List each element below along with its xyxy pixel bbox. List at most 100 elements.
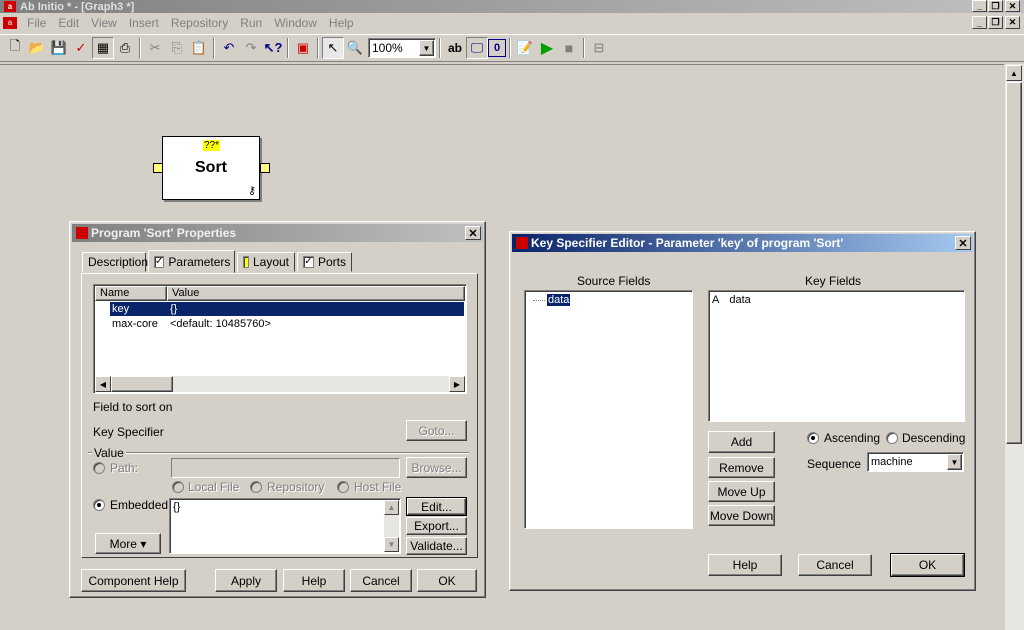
redo-icon[interactable]: ↷ (240, 37, 262, 59)
embedded-textarea[interactable]: {} ▲ ▼ (169, 498, 401, 554)
menu-insert[interactable]: Insert (123, 16, 165, 30)
run-icon[interactable]: ▶ (536, 37, 558, 59)
descending-radio[interactable] (886, 432, 898, 444)
embedded-label: Embedded: (110, 498, 172, 512)
repository-radio[interactable] (250, 481, 262, 493)
menu-file[interactable]: File (21, 16, 52, 30)
scroll-up-arrow[interactable]: ▲ (384, 500, 399, 515)
sort-component[interactable]: ??* Sort ⚷ (162, 136, 260, 200)
context-help-icon[interactable]: ↖? (262, 37, 284, 59)
notes-icon[interactable]: 📝 (514, 37, 536, 59)
export-button[interactable]: Export... (406, 517, 467, 535)
stop-icon[interactable]: ■ (558, 37, 580, 59)
tab-layout[interactable]: Layout (237, 252, 295, 272)
tab-ports[interactable]: ✓ Ports (297, 252, 352, 272)
menu-repository[interactable]: Repository (165, 16, 234, 30)
properties-close-button[interactable]: ✕ (465, 226, 481, 240)
app-restore-button[interactable]: ❐ (988, 0, 1003, 12)
more-button[interactable]: More ▾ (95, 533, 161, 554)
scroll-left-arrow[interactable]: ◀ (95, 376, 111, 392)
text-tool-icon[interactable]: ab (444, 37, 466, 59)
source-fields-tree[interactable]: data (524, 290, 693, 529)
component-icon[interactable]: ▣ (292, 37, 314, 59)
chevron-down-icon[interactable]: ▼ (947, 454, 962, 470)
menu-help[interactable]: Help (323, 16, 360, 30)
browse-button[interactable]: Browse... (406, 457, 467, 478)
scroll-up-arrow[interactable]: ▲ (1006, 65, 1022, 81)
key-fields-list[interactable]: A data (708, 290, 965, 422)
tab-parameters[interactable]: ✓ Parameters (148, 250, 235, 273)
input-port[interactable] (153, 163, 163, 173)
menu-view[interactable]: View (85, 16, 123, 30)
ok-button[interactable]: OK (417, 569, 477, 592)
phases-icon[interactable]: ⊟ (588, 37, 610, 59)
output-port[interactable] (260, 163, 270, 173)
new-file-icon[interactable]: 🗋 (4, 37, 26, 59)
path-input[interactable] (171, 458, 400, 478)
app-logo-icon: a (4, 1, 16, 12)
edit-button[interactable]: Edit... (406, 497, 467, 516)
key-editor-title-bar: Key Specifier Editor - Parameter 'key' o… (512, 234, 973, 252)
check-graph-icon[interactable]: ✓ (70, 37, 92, 59)
tab-description[interactable]: Description (82, 252, 148, 272)
menu-window[interactable]: Window (268, 16, 323, 30)
ascending-radio[interactable] (807, 432, 819, 444)
add-button[interactable]: Add (708, 431, 775, 453)
parameters-grid[interactable]: Name Value key {} max-core <default: 104… (93, 284, 467, 394)
copy-icon[interactable]: ⎘ (166, 37, 188, 59)
zoom-icon[interactable]: 🔍 (344, 37, 366, 59)
validate-button[interactable]: Validate... (406, 537, 467, 555)
scroll-down-arrow[interactable]: ▼ (384, 537, 399, 552)
scroll-thumb[interactable] (1006, 82, 1022, 444)
grid-header-name[interactable]: Name (95, 286, 167, 301)
goto-button[interactable]: Goto... (406, 420, 467, 441)
toolbar-separator (139, 38, 141, 58)
undo-icon[interactable]: ↶ (218, 37, 240, 59)
scroll-right-arrow[interactable]: ▶ (449, 376, 465, 392)
tree-item-data[interactable]: data (533, 294, 571, 306)
grid-row-key[interactable]: key {} (110, 302, 464, 316)
canvas-vertical-scrollbar[interactable]: ▲ (1005, 64, 1024, 630)
grid-row-max-core[interactable]: max-core <default: 10485760> (110, 317, 466, 331)
open-folder-icon[interactable]: 📂 (26, 37, 48, 59)
local-file-radio[interactable] (172, 481, 184, 493)
help-button[interactable]: Help (283, 569, 345, 592)
monitor-icon[interactable]: 🖵 (466, 37, 488, 59)
print-icon[interactable]: ⎙ (114, 37, 136, 59)
host-file-radio[interactable] (337, 481, 349, 493)
menu-edit[interactable]: Edit (52, 16, 85, 30)
source-field-label: data (547, 294, 571, 306)
save-icon[interactable]: 💾 (48, 37, 70, 59)
grid-header-value[interactable]: Value (167, 286, 465, 301)
key-field-item[interactable]: A data (712, 294, 751, 306)
app-close-button[interactable]: ✕ (1005, 0, 1020, 12)
chevron-down-icon[interactable]: ▼ (419, 40, 434, 56)
move-up-button[interactable]: Move Up (708, 481, 775, 502)
grid-view-icon[interactable]: ▦ (92, 37, 114, 59)
cut-icon[interactable]: ✂ (144, 37, 166, 59)
key-editor-ok-button[interactable]: OK (890, 553, 965, 577)
scroll-thumb[interactable] (111, 376, 173, 392)
doc-close-button[interactable]: ✕ (1005, 16, 1020, 29)
menu-run[interactable]: Run (234, 16, 268, 30)
counter-icon[interactable]: 0 (488, 39, 506, 57)
grid-horizontal-scrollbar[interactable]: ◀ ▶ (95, 376, 465, 392)
app-minimize-button[interactable]: _ (972, 0, 987, 12)
sequence-select[interactable]: machine ▼ (867, 452, 964, 472)
pointer-icon[interactable]: ↖ (322, 37, 344, 59)
zoom-select[interactable]: 100% ▼ (368, 38, 436, 58)
embedded-radio[interactable] (93, 499, 105, 511)
key-editor-close-button[interactable]: ✕ (955, 236, 971, 250)
doc-minimize-button[interactable]: _ (972, 16, 987, 29)
doc-restore-button[interactable]: ❐ (988, 16, 1003, 29)
key-editor-cancel-button[interactable]: Cancel (798, 554, 872, 576)
apply-button[interactable]: Apply (215, 569, 277, 592)
textarea-scrollbar[interactable]: ▲ ▼ (384, 500, 399, 552)
cancel-button[interactable]: Cancel (350, 569, 412, 592)
key-editor-help-button[interactable]: Help (708, 554, 782, 576)
component-help-button[interactable]: Component Help (81, 569, 186, 592)
path-radio[interactable] (93, 462, 105, 474)
paste-icon[interactable]: 📋 (188, 37, 210, 59)
move-down-button[interactable]: Move Down (708, 505, 775, 526)
remove-button[interactable]: Remove (708, 457, 775, 478)
